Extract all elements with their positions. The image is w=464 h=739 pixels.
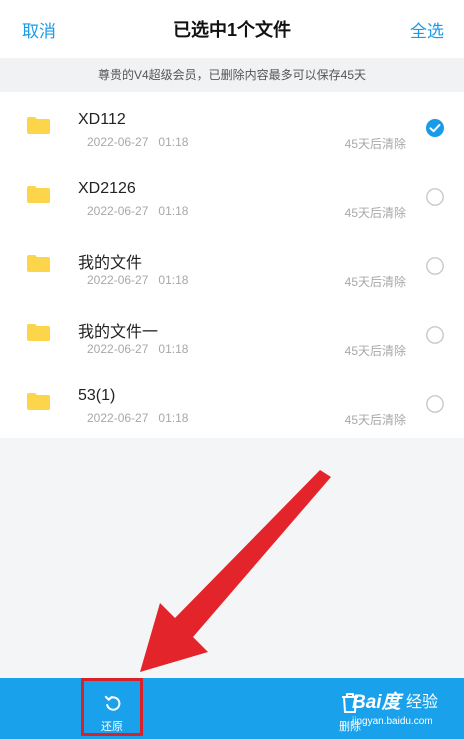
- top-bar: 取消 已选中1个文件 全选: [0, 0, 464, 58]
- watermark-url: jingyan.baidu.com: [352, 716, 433, 727]
- page-title: 已选中1个文件: [172, 20, 291, 40]
- file-row[interactable]: XD2126 2022-06-27 01:18 45天后清除: [0, 161, 464, 230]
- restore-icon: [104, 695, 121, 711]
- checkbox-empty-icon[interactable]: [426, 188, 444, 206]
- checkbox-checked-icon[interactable]: [426, 119, 444, 137]
- file-date: 2022-06-27 01:18: [87, 411, 189, 425]
- file-row[interactable]: 我的文件 2022-06-27 01:18 45天后清除: [0, 230, 464, 299]
- restore-button[interactable]: 还原: [81, 678, 143, 736]
- file-name: 53(1): [78, 387, 116, 404]
- folder-icon: [27, 255, 50, 272]
- watermark-text: 经验: [406, 694, 439, 711]
- baidu-watermark: Bai度 经验 jingyan.baidu.com: [352, 683, 464, 737]
- file-name: XD112: [78, 111, 126, 128]
- file-date: 2022-06-27 01:18: [87, 135, 189, 149]
- expire-label: 45天后清除: [344, 344, 406, 358]
- expire-label: 45天后清除: [344, 413, 406, 427]
- file-row[interactable]: 我的文件一 2022-06-27 01:18 45天后清除: [0, 299, 464, 368]
- expire-label: 45天后清除: [344, 275, 406, 289]
- restore-label: 还原: [101, 721, 123, 733]
- file-date: 2022-06-27 01:18: [87, 204, 189, 218]
- retention-notice: 尊贵的V4超级会员，已删除内容最多可以保存45天: [0, 58, 464, 92]
- checkbox-empty-icon[interactable]: [426, 326, 444, 344]
- folder-icon: [27, 186, 50, 203]
- file-name: XD2126: [78, 180, 136, 197]
- checkbox-empty-icon[interactable]: [426, 395, 444, 413]
- file-list: XD112 2022-06-27 01:18 45天后清除 XD2126 202…: [0, 92, 464, 438]
- file-name: 我的文件一: [78, 324, 159, 341]
- folder-icon: [27, 393, 50, 410]
- folder-icon: [27, 324, 50, 341]
- file-row[interactable]: 53(1) 2022-06-27 01:18 45天后清除: [0, 368, 464, 437]
- expire-label: 45天后清除: [344, 206, 406, 220]
- folder-icon: [27, 117, 50, 134]
- file-row[interactable]: XD112 2022-06-27 01:18 45天后清除: [0, 92, 464, 161]
- checkbox-empty-icon[interactable]: [426, 257, 444, 275]
- file-name: 我的文件: [78, 255, 143, 272]
- expire-label: 45天后清除: [344, 137, 406, 151]
- file-date: 2022-06-27 01:18: [87, 342, 189, 356]
- select-all-button[interactable]: 全选: [410, 17, 444, 42]
- watermark-logo: Bai度: [352, 692, 401, 713]
- file-date: 2022-06-27 01:18: [87, 273, 189, 287]
